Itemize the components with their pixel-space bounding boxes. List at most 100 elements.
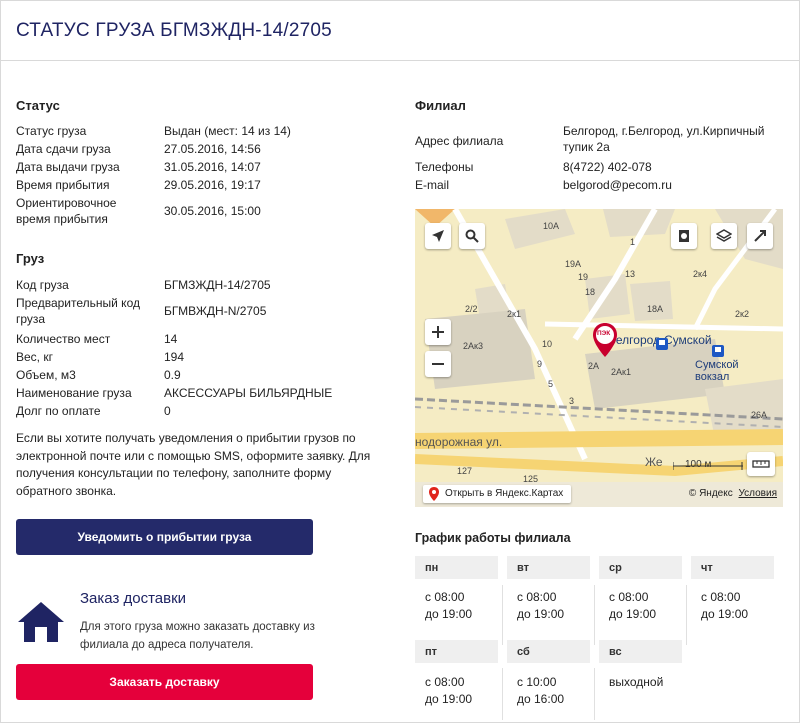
map-marker-label: ПЭК (597, 330, 611, 337)
house-icon (18, 602, 64, 642)
divider (594, 668, 595, 720)
page-header: СТАТУС ГРУЗА БГМЗЖДН-14/2705 (0, 0, 800, 61)
map-building-label: 10 (542, 339, 553, 349)
map-street-label: Же (645, 455, 663, 469)
cargo-code-label: Код груза (16, 278, 69, 292)
layers-icon (716, 229, 732, 242)
map-building-label: 2А (588, 361, 600, 371)
ruler-button[interactable] (747, 452, 775, 476)
map-building-label: 9 (537, 359, 543, 369)
estimated-arrival-value: 30.05.2016, 15:00 (164, 204, 261, 218)
day-tue: вт (507, 556, 590, 579)
expand-icon (754, 230, 766, 242)
debt-value: 0 (164, 404, 171, 418)
yandex-pin-icon (429, 487, 439, 501)
arrival-time-label: Время прибытия (16, 178, 110, 192)
handover-date-label: Дата сдачи груза (16, 142, 111, 156)
ruler-icon (752, 460, 770, 468)
map-building-label: 127 (457, 466, 473, 476)
mon-from: с 08:00 (425, 590, 465, 604)
status-label: Статус груза (16, 124, 87, 138)
branch-email-label: E-mail (415, 178, 450, 192)
fullscreen-button[interactable] (747, 223, 773, 249)
traffic-button[interactable] (671, 223, 697, 249)
map-building-label: 1 (630, 237, 636, 247)
issue-date-label: Дата выдачи груза (16, 160, 120, 174)
map-building-label: 2к4 (693, 269, 707, 279)
zoom-out-button[interactable] (425, 351, 451, 377)
weight-label: Вес, кг (16, 350, 53, 364)
map-search-button[interactable] (459, 223, 485, 249)
open-in-yandex-link[interactable]: Открыть в Яндекс.Картах (423, 485, 572, 503)
map-building-label: 18А (647, 304, 664, 314)
debt-label: Долг по оплате (16, 404, 101, 418)
terms-link[interactable]: Условия (738, 488, 777, 499)
places-count-label: Количество мест (16, 332, 111, 346)
fri-from: с 08:00 (425, 675, 465, 689)
map-scale-bar (673, 462, 743, 470)
wed-to: до 19:00 (609, 607, 657, 621)
wed-from: с 08:00 (609, 590, 649, 604)
map-building-label: 19А (565, 259, 582, 269)
thu-to: до 19:00 (701, 607, 749, 621)
train-icon (656, 338, 668, 350)
geolocation-button[interactable] (425, 223, 451, 249)
map-building-label: 19 (578, 272, 589, 282)
branch-phone-label: Телефоны (415, 160, 474, 174)
map-building-label: 13 (625, 269, 636, 279)
cargo-name-value: АКСЕССУАРЫ БИЛЬЯРДНЫЕ (164, 386, 333, 400)
day-mon: пн (415, 556, 498, 579)
arrival-time-value: 29.05.2016, 19:17 (164, 178, 261, 192)
weight-value: 194 (164, 350, 185, 364)
volume-value: 0.9 (164, 368, 181, 382)
branch-map[interactable]: 10А 19А 19 1 13 2к4 18А 18 2/2 2к1 2к2 2… (415, 209, 783, 507)
divider (502, 585, 503, 645)
branch-email-value[interactable]: belgorod@pecom.ru (563, 177, 672, 193)
open-in-yandex-label: Открыть в Яндекс.Картах (445, 488, 564, 499)
layers-button[interactable] (711, 223, 737, 249)
volume-label: Объем, м3 (16, 368, 76, 382)
branch-section-title: Филиал (415, 98, 466, 113)
divider (502, 668, 503, 720)
day-fri: пт (415, 640, 498, 663)
notify-arrival-button[interactable]: Уведомить о прибытии груза (16, 519, 313, 555)
minus-icon (432, 363, 444, 365)
day-thu: чт (691, 556, 774, 579)
page-title: СТАТУС ГРУЗА БГМЗЖДН-14/2705 (16, 20, 332, 41)
status-section-title: Статус (16, 98, 60, 113)
fri-to: до 19:00 (425, 692, 473, 706)
day-sun: вс (599, 640, 682, 663)
map-building-label: 2Ак1 (611, 367, 631, 377)
divider (686, 585, 687, 645)
map-copyright: © Яндекс Условия (689, 488, 777, 499)
cargo-name-label: Наименование груза (16, 386, 132, 400)
traffic-icon (679, 230, 689, 242)
map-building-label: 125 (523, 474, 539, 484)
schedule-title: График работы филиала (415, 531, 571, 545)
map-building-label: 10А (543, 221, 560, 231)
plus-icon (432, 326, 444, 338)
search-icon (465, 229, 479, 243)
map-building-label: 26А (751, 410, 768, 420)
estimated-arrival-label: Ориентировочное время прибытия (16, 196, 117, 226)
map-marker-icon[interactable] (592, 322, 618, 358)
map-building-label: 2к2 (735, 309, 749, 319)
mon-to: до 19:00 (425, 607, 473, 621)
preliminary-code-value: БГМВЖДН-N/2705 (164, 304, 267, 318)
places-count-value: 14 (164, 332, 178, 346)
map-building-label: 5 (548, 379, 554, 389)
zoom-in-button[interactable] (425, 319, 451, 345)
branch-phone-value[interactable]: 8(4722) 402-078 (563, 159, 652, 175)
sat-to: до 16:00 (517, 692, 565, 706)
handover-date-value: 27.05.2016, 14:56 (164, 142, 261, 156)
sun-from: выходной (609, 675, 664, 689)
notification-note: Если вы хотите получать уведомления о пр… (16, 431, 371, 498)
issue-date-value: 31.05.2016, 14:07 (164, 160, 261, 174)
map-building-label: 2к1 (507, 309, 521, 319)
copyright-text: © Яндекс (688, 488, 733, 499)
delivery-title: Заказ доставки (80, 590, 187, 607)
day-wed: ср (599, 556, 682, 579)
thu-from: с 08:00 (701, 590, 741, 604)
order-delivery-button[interactable]: Заказать доставку (16, 664, 313, 700)
location-arrow-icon (432, 230, 444, 242)
